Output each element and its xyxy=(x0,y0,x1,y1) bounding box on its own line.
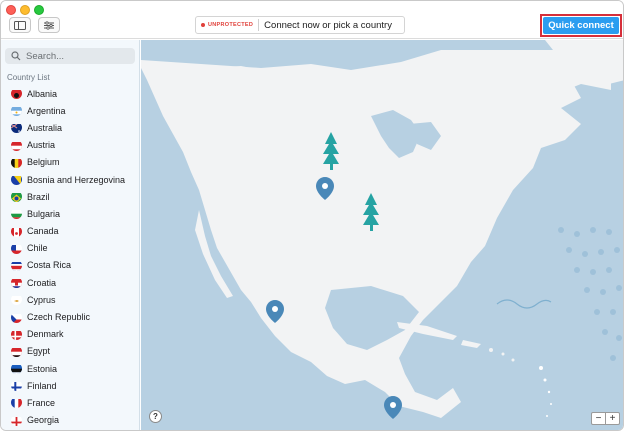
country-item-austria[interactable]: Austria xyxy=(1,137,139,154)
country-name: Chile xyxy=(27,243,48,254)
country-name: Georgia xyxy=(27,415,60,426)
austria-flag-icon xyxy=(11,140,22,151)
search-input[interactable]: Search... xyxy=(5,48,135,64)
country-name: Belgium xyxy=(27,157,60,168)
wave-decoration xyxy=(496,299,552,309)
country-item-egypt[interactable]: Egypt xyxy=(1,343,139,360)
cyprus-flag-icon xyxy=(11,294,22,306)
country-name: Egypt xyxy=(27,346,51,357)
status-divider xyxy=(258,19,260,31)
country-name: Denmark xyxy=(27,329,64,340)
argentina-flag-icon xyxy=(11,105,22,117)
zoom-in-button[interactable]: + xyxy=(606,413,619,424)
country-name: Cyprus xyxy=(27,294,56,305)
country-item-belgium[interactable]: Belgium xyxy=(1,154,139,171)
canada-flag-icon xyxy=(11,226,22,237)
country-name: Argentina xyxy=(27,105,66,116)
belgium-flag-icon xyxy=(11,157,22,168)
close-window-button[interactable] xyxy=(6,5,16,15)
toggle-sidebar-button[interactable] xyxy=(9,17,31,33)
country-item-croatia[interactable]: Croatia xyxy=(1,274,139,291)
country-name: Albania xyxy=(27,88,58,99)
north-america-map xyxy=(141,40,623,419)
country-item-georgia[interactable]: Georgia xyxy=(1,412,139,429)
sliders-icon xyxy=(44,20,54,30)
brazil-flag-icon xyxy=(11,191,22,203)
country-list-heading: Country List xyxy=(7,73,50,82)
country-name: Bosnia and Herzegovina xyxy=(27,174,126,185)
country-name: Bulgaria xyxy=(27,208,61,219)
estonia-flag-icon xyxy=(11,363,22,375)
search-icon xyxy=(11,51,21,61)
country-item-brazil[interactable]: Brazil xyxy=(1,188,139,205)
country-item-denmark[interactable]: Denmark xyxy=(1,326,139,343)
country-item-estonia[interactable]: Estonia xyxy=(1,360,139,377)
country-name: Costa Rica xyxy=(27,260,72,271)
country-item-cyprus[interactable]: Cyprus xyxy=(1,291,139,308)
country-item-czech[interactable]: Czech Republic xyxy=(1,308,139,325)
sidebar-icon xyxy=(14,20,26,30)
country-item-chile[interactable]: Chile xyxy=(1,240,139,257)
country-item-australia[interactable]: Australia xyxy=(1,119,139,136)
country-name: Canada xyxy=(27,226,59,237)
georgia-flag-icon xyxy=(11,415,22,426)
egypt-flag-icon xyxy=(11,346,22,357)
finland-flag-icon xyxy=(11,380,22,392)
minimize-window-button[interactable] xyxy=(20,5,30,15)
country-item-argentina[interactable]: Argentina xyxy=(1,102,139,119)
app-window: UNPROTECTED Connect now or pick a countr… xyxy=(0,0,624,431)
maximize-window-button[interactable] xyxy=(34,5,44,15)
country-name: Czech Republic xyxy=(27,312,91,323)
croatia-flag-icon xyxy=(11,277,22,289)
status-dot-icon xyxy=(201,23,205,27)
czech-flag-icon xyxy=(11,312,22,323)
country-name: Brazil xyxy=(27,191,50,202)
country-item-france[interactable]: France xyxy=(1,394,139,411)
map-view[interactable] xyxy=(141,40,623,430)
country-item-albania[interactable]: Albania xyxy=(1,85,139,102)
country-list: Albania Argentina Australia Austria Belgium B… xyxy=(1,85,139,429)
status-text: Connect now or pick a country xyxy=(264,19,392,31)
location-pin-costa-rica xyxy=(384,396,402,419)
zoom-out-button[interactable]: − xyxy=(592,413,605,424)
country-item-canada[interactable]: Canada xyxy=(1,223,139,240)
country-item-finland[interactable]: Finland xyxy=(1,377,139,394)
country-name: Finland xyxy=(27,380,57,391)
help-button[interactable]: ? xyxy=(149,410,162,423)
country-name: France xyxy=(27,397,56,408)
country-name: Estonia xyxy=(27,363,58,374)
country-name: Croatia xyxy=(27,277,57,288)
denmark-flag-icon xyxy=(11,329,22,340)
zoom-controls: − + xyxy=(591,412,620,425)
settings-button[interactable] xyxy=(38,17,60,33)
connection-status[interactable]: UNPROTECTED Connect now or pick a countr… xyxy=(195,16,405,34)
quick-connect-highlight: Quick connect xyxy=(540,14,622,37)
quick-connect-button[interactable]: Quick connect xyxy=(543,17,619,34)
status-tag: UNPROTECTED xyxy=(208,22,254,28)
costa-rica-flag-icon xyxy=(11,260,22,271)
australia-flag-icon xyxy=(11,122,22,134)
country-name: Austria xyxy=(27,140,56,151)
country-item-bosnia[interactable]: Bosnia and Herzegovina xyxy=(1,171,139,188)
title-bar: UNPROTECTED Connect now or pick a countr… xyxy=(1,1,623,39)
bosnia-flag-icon xyxy=(11,174,22,186)
country-item-bulgaria[interactable]: Bulgaria xyxy=(1,205,139,222)
sidebar: Search... Country List Albania Argentina A… xyxy=(1,40,140,430)
search-placeholder: Search... xyxy=(26,50,65,62)
country-item-costa-rica[interactable]: Costa Rica xyxy=(1,257,139,274)
albania-flag-icon xyxy=(11,88,22,100)
chile-flag-icon xyxy=(11,243,22,254)
bulgaria-flag-icon xyxy=(11,208,22,220)
france-flag-icon xyxy=(11,397,22,409)
country-name: Australia xyxy=(27,122,63,133)
